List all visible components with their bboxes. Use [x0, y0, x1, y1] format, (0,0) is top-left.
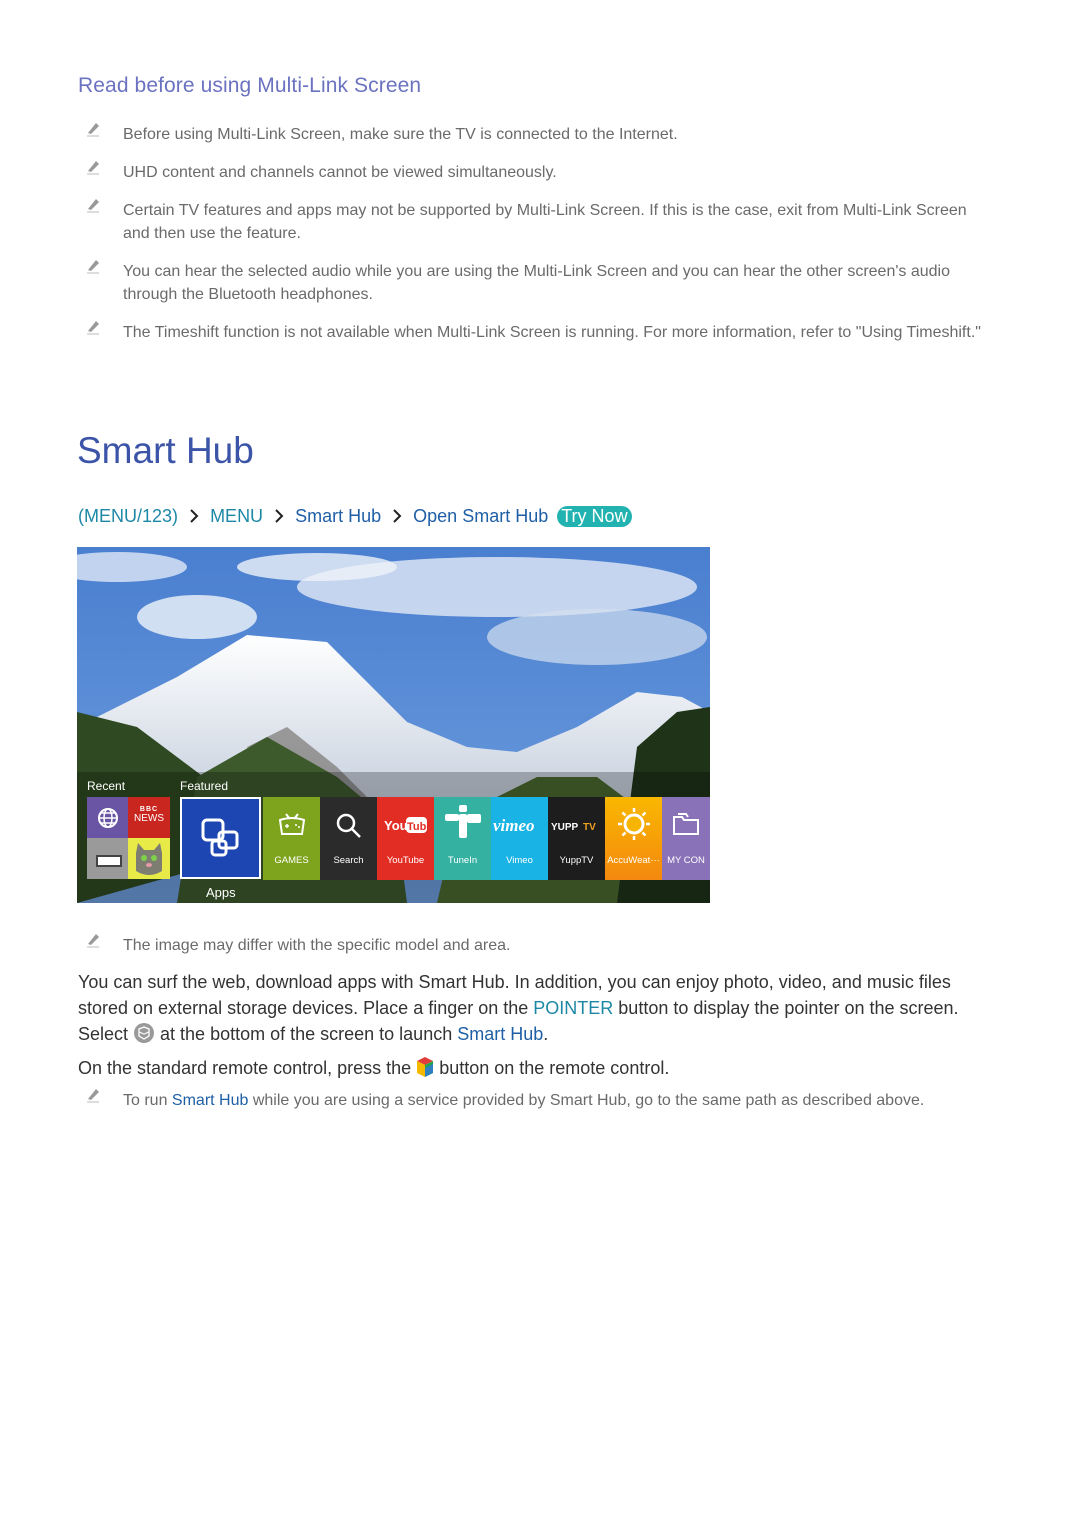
svg-text:vimeo: vimeo: [493, 816, 535, 835]
section-title: Read before using Multi-Link Screen: [78, 74, 422, 97]
apps-label: Apps: [206, 885, 236, 900]
recent-browser-tile[interactable]: [87, 797, 128, 838]
try-now-button[interactable]: Try Now: [557, 506, 632, 527]
app-tile-label: YuppTV: [559, 855, 594, 866]
globe-icon: [98, 808, 118, 828]
smart-hub-link[interactable]: Smart Hub: [172, 1092, 248, 1109]
pencil-icon: [87, 321, 99, 335]
pencil-icon: [87, 123, 99, 137]
app-tile-label: MY CON: [667, 855, 705, 866]
note-text: Certain TV features and apps may not be …: [123, 202, 967, 242]
app-tile-search[interactable]: Search: [320, 797, 377, 880]
search-icon: [320, 812, 377, 840]
bbc-logo: BBC: [139, 806, 159, 813]
body-text: .: [543, 1024, 549, 1044]
cat-icon: [136, 843, 162, 875]
chevron-right-icon: [190, 509, 199, 523]
featured-label: Featured: [180, 779, 229, 793]
app-tile-yupptv[interactable]: YUPP TV YuppTV: [548, 797, 605, 880]
breadcrumb: (MENU/123) MENU Smart Hub Open Smart Hub…: [78, 506, 632, 527]
app-tile-label: YouTube: [386, 855, 425, 866]
smart-hub-button-icon: [417, 1057, 434, 1077]
body-text: button on the remote control.: [434, 1058, 670, 1078]
pencil-icon: [87, 934, 99, 948]
breadcrumb-item[interactable]: MENU: [210, 506, 263, 526]
app-tile-label: TuneIn: [447, 855, 478, 866]
chevron-right-icon: [275, 509, 284, 523]
recent-talking-tom-tile[interactable]: [128, 838, 170, 879]
folder-icon: [662, 811, 710, 837]
yupptv-logo: YUPP TV: [548, 819, 605, 835]
svg-text:TV: TV: [583, 822, 596, 833]
breadcrumb-item[interactable]: Open Smart Hub: [413, 506, 548, 526]
pencil-icon: [87, 199, 99, 213]
app-tile-label: Vimeo: [506, 855, 533, 866]
note-text-part: To run: [123, 1092, 172, 1109]
apps-tile[interactable]: [180, 797, 261, 879]
vimeo-logo: vimeo: [491, 815, 548, 837]
app-tile-label: AccuWeat···: [607, 855, 660, 866]
app-tile-youtube[interactable]: YouTubeYouTube: [377, 797, 434, 880]
note-item: UHD content and channels cannot be viewe…: [78, 161, 988, 184]
smart-hub-select-icon: [134, 1023, 155, 1043]
tunein-logo: [434, 805, 491, 839]
youtube-logo: YouTube: [377, 815, 434, 835]
recent-label: Recent: [87, 779, 126, 793]
sun-icon: [605, 807, 662, 841]
pencil-icon: [87, 1089, 99, 1103]
chevron-right-icon: [393, 509, 402, 523]
svg-text:You: You: [384, 818, 408, 833]
note-text: The Timeshift function is not available …: [123, 324, 981, 341]
app-tile-games[interactable]: GAMES: [263, 797, 320, 880]
news-logo: NEWS: [134, 813, 164, 824]
app-tile-label: Search: [333, 855, 364, 866]
note-item: The Timeshift function is not available …: [78, 321, 988, 344]
hdmi-icon: [96, 855, 122, 867]
breadcrumb-item[interactable]: (MENU/123): [78, 506, 178, 526]
body-paragraph: You can surf the web, download apps with…: [78, 969, 988, 1047]
app-tile-accuweat[interactable]: AccuWeat···: [605, 797, 662, 880]
app-tile-my-con[interactable]: MY CON: [662, 797, 710, 880]
pencil-icon: [87, 161, 99, 175]
pencil-icon: [87, 260, 99, 274]
recent-bbc-news-tile[interactable]: BBC NEWS: [128, 797, 170, 838]
image-note: The image may differ with the specific m…: [78, 934, 988, 957]
app-tile-label: GAMES: [274, 855, 309, 866]
note-item: You can hear the selected audio while yo…: [78, 260, 988, 306]
note-item: Before using Multi-Link Screen, make sur…: [78, 123, 988, 146]
note-item: Certain TV features and apps may not be …: [78, 199, 988, 245]
body-text: at the bottom of the screen to launch: [155, 1024, 458, 1044]
note-text-part: while you are using a service provided b…: [248, 1092, 925, 1109]
note-text: The image may differ with the specific m…: [123, 937, 511, 954]
apps-icon: [201, 818, 239, 857]
body-text: On the standard remote control, press th…: [78, 1058, 417, 1078]
pointer-button-ref: POINTER: [533, 998, 614, 1018]
smart-hub-link[interactable]: Smart Hub: [457, 1024, 543, 1044]
body-paragraph: On the standard remote control, press th…: [78, 1055, 988, 1081]
gamepad-icon: [263, 812, 320, 838]
note-text: Before using Multi-Link Screen, make sur…: [123, 126, 678, 143]
smart-hub-screenshot: Recent Featured BBC NEWS Apps GAMES Searc…: [77, 547, 710, 903]
note-text: You can hear the selected audio while yo…: [123, 263, 950, 303]
app-tile-tunein[interactable]: TuneIn: [434, 797, 491, 880]
note-text: UHD content and channels cannot be viewe…: [123, 164, 557, 181]
page-title: Smart Hub: [77, 430, 254, 471]
recent-hdmi-tile[interactable]: [87, 838, 128, 879]
app-tile-vimeo[interactable]: vimeo Vimeo: [491, 797, 548, 880]
svg-text:YUPP: YUPP: [551, 822, 579, 833]
note-text: To run Smart Hub while you are using a s…: [123, 1089, 988, 1112]
note-item: To run Smart Hub while you are using a s…: [78, 1089, 988, 1112]
breadcrumb-item[interactable]: Smart Hub: [295, 506, 381, 526]
svg-text:Tube: Tube: [407, 821, 428, 833]
